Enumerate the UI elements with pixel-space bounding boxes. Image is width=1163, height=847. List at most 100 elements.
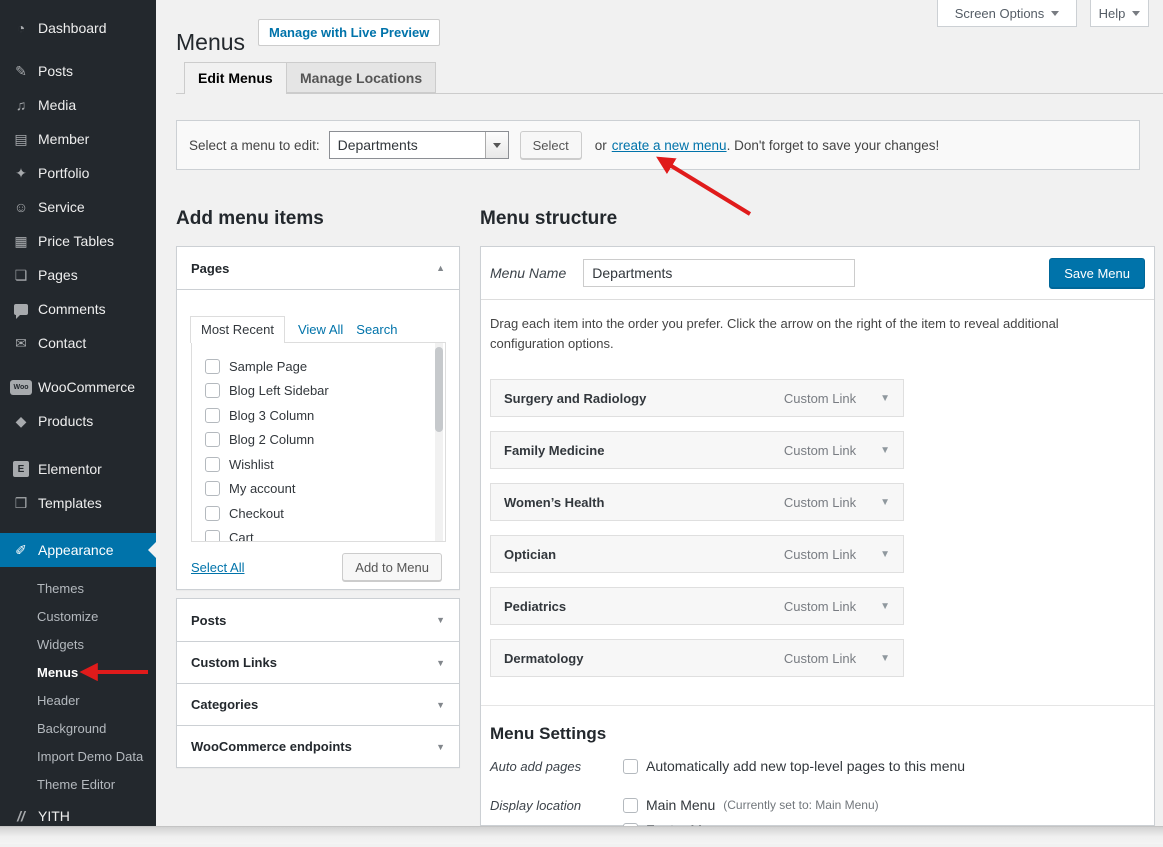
menu-item-womens-health[interactable]: Women’s Health Custom Link ▼	[490, 483, 904, 521]
sidebar-item-media[interactable]: ♫ Media	[0, 88, 156, 122]
menu-items-list: Surgery and Radiology Custom Link ▼ Fami…	[490, 379, 1145, 677]
menu-item-surgery-and-radiology[interactable]: Surgery and Radiology Custom Link ▼	[490, 379, 904, 417]
sidebar-item-contact[interactable]: ✉ Contact	[0, 326, 156, 360]
smiley-icon: ☺	[10, 199, 32, 215]
pages-metabox: Pages ▲ Most Recent View All Search Samp…	[176, 246, 460, 590]
checkbox-my-account[interactable]	[205, 481, 220, 496]
menu-item-optician[interactable]: Optician Custom Link ▼	[490, 535, 904, 573]
expand-arrow-icon: ▼	[436, 658, 445, 668]
manage-live-preview-button[interactable]: Manage with Live Preview	[258, 19, 440, 46]
checkbox-auto-add-pages[interactable]	[623, 759, 638, 774]
menu-name-input[interactable]	[583, 259, 855, 287]
appearance-submenu: Themes Customize Widgets Menus Header Ba…	[0, 567, 156, 799]
accordion-title: Categories	[191, 697, 258, 712]
checkbox-sample-page[interactable]	[205, 359, 220, 374]
sidebar-item-comments[interactable]: Comments	[0, 292, 156, 326]
accordion-categories[interactable]: Categories ▼	[177, 683, 459, 725]
create-new-menu-link[interactable]: create a new menu	[612, 138, 727, 153]
save-menu-button[interactable]: Save Menu	[1049, 258, 1145, 288]
sidebar-item-pages[interactable]: ❏ Pages	[0, 258, 156, 292]
menu-item-family-medicine[interactable]: Family Medicine Custom Link ▼	[490, 431, 904, 469]
checkbox-wishlist[interactable]	[205, 457, 220, 472]
submenu-item-header[interactable]: Header	[0, 687, 156, 715]
checkbox-blog-3-column[interactable]	[205, 408, 220, 423]
expand-arrow-icon[interactable]: ▼	[880, 653, 890, 664]
page-label: Blog 2 Column	[229, 432, 314, 447]
expand-arrow-icon[interactable]: ▼	[880, 497, 890, 508]
sidebar-label: Appearance	[38, 542, 114, 558]
screen-options-button[interactable]: Screen Options	[937, 0, 1077, 27]
menu-item-dermatology[interactable]: Dermatology Custom Link ▼	[490, 639, 904, 677]
submenu-item-customize[interactable]: Customize	[0, 603, 156, 631]
tab-divider	[176, 93, 1163, 94]
help-label: Help	[1099, 6, 1126, 21]
or-text: or	[595, 138, 607, 153]
submenu-item-widgets[interactable]: Widgets	[0, 631, 156, 659]
list-item: Wishlist	[192, 452, 445, 477]
screen-options-label: Screen Options	[955, 6, 1045, 21]
sidebar-label: Templates	[38, 495, 102, 511]
menu-name-label: Menu Name	[490, 265, 566, 281]
list-item: Checkout	[192, 501, 445, 526]
sidebar-label: Pages	[38, 267, 78, 283]
accordion-title: Posts	[191, 613, 226, 628]
accordion-title: WooCommerce endpoints	[191, 739, 352, 754]
help-button[interactable]: Help	[1090, 0, 1149, 27]
collapse-arrow-icon[interactable]: ▲	[436, 263, 445, 273]
submenu-item-themes[interactable]: Themes	[0, 575, 156, 603]
expand-arrow-icon[interactable]: ▼	[880, 549, 890, 560]
tab-most-recent[interactable]: Most Recent	[190, 316, 285, 343]
pages-accordion-header[interactable]: Pages ▲	[177, 247, 459, 290]
checkbox-blog-2-column[interactable]	[205, 432, 220, 447]
tab-manage-locations[interactable]: Manage Locations	[286, 62, 436, 93]
sidebar-item-service[interactable]: ☺ Service	[0, 190, 156, 224]
award-icon: ✦	[10, 165, 32, 182]
expand-arrow-icon[interactable]: ▼	[880, 601, 890, 612]
checkbox-main-menu[interactable]	[623, 798, 638, 813]
sidebar-item-templates[interactable]: ❒ Templates	[0, 486, 156, 520]
sidebar-label: Contact	[38, 335, 86, 351]
menu-item-pediatrics[interactable]: Pediatrics Custom Link ▼	[490, 587, 904, 625]
expand-arrow-icon[interactable]: ▼	[880, 445, 890, 456]
menu-select-dropdown[interactable]: Departments	[329, 131, 509, 159]
sidebar-item-products[interactable]: ◆ Products	[0, 404, 156, 438]
expand-arrow-icon[interactable]: ▼	[880, 393, 890, 404]
sidebar-item-elementor[interactable]: E Elementor	[0, 452, 156, 486]
submenu-item-menus[interactable]: Menus	[0, 659, 156, 687]
admin-sidebar: ◔ Dashboard ✎ Posts ♫ Media ▤ Member ✦ P…	[0, 0, 156, 826]
sidebar-label: Dashboard	[38, 20, 107, 36]
menu-item-title: Family Medicine	[504, 443, 604, 458]
select-button[interactable]: Select	[520, 131, 582, 159]
scrollbar-track[interactable]	[435, 343, 443, 541]
sidebar-item-posts[interactable]: ✎ Posts	[0, 54, 156, 88]
add-to-menu-button[interactable]: Add to Menu	[342, 553, 442, 581]
accordion-woocommerce-endpoints[interactable]: WooCommerce endpoints ▼	[177, 725, 459, 767]
menu-item-type: Custom Link	[784, 651, 856, 666]
tab-view-all[interactable]: View All	[298, 322, 343, 343]
list-item: Sample Page	[192, 354, 445, 379]
checkbox-checkout[interactable]	[205, 506, 220, 521]
checkbox-cart[interactable]	[205, 530, 220, 542]
submenu-item-import-demo-data[interactable]: Import Demo Data	[0, 743, 156, 771]
accordion-posts[interactable]: Posts ▼	[177, 599, 459, 641]
paintbrush-icon: ✐	[10, 542, 32, 559]
accordion-custom-links[interactable]: Custom Links ▼	[177, 641, 459, 683]
grid-icon: ▦	[10, 233, 32, 250]
scrollbar-thumb[interactable]	[435, 347, 443, 432]
window-bottom-edge	[0, 826, 1163, 844]
submenu-item-background[interactable]: Background	[0, 715, 156, 743]
sidebar-item-member[interactable]: ▤ Member	[0, 122, 156, 156]
sidebar-item-price-tables[interactable]: ▦ Price Tables	[0, 224, 156, 258]
select-all-link[interactable]: Select All	[191, 560, 244, 575]
list-item: My account	[192, 477, 445, 502]
sidebar-item-dashboard[interactable]: ◔ Dashboard	[0, 11, 156, 45]
sidebar-item-appearance[interactable]: ✐ Appearance	[0, 533, 156, 567]
page-label: Blog Left Sidebar	[229, 383, 329, 398]
sidebar-item-portfolio[interactable]: ✦ Portfolio	[0, 156, 156, 190]
submenu-item-theme-editor[interactable]: Theme Editor	[0, 771, 156, 799]
tab-edit-menus[interactable]: Edit Menus	[184, 62, 287, 94]
tab-search[interactable]: Search	[356, 322, 397, 343]
checkbox-blog-left-sidebar[interactable]	[205, 383, 220, 398]
sidebar-item-woocommerce[interactable]: Woo WooCommerce	[0, 370, 156, 404]
woocommerce-icon: Woo	[10, 380, 32, 395]
